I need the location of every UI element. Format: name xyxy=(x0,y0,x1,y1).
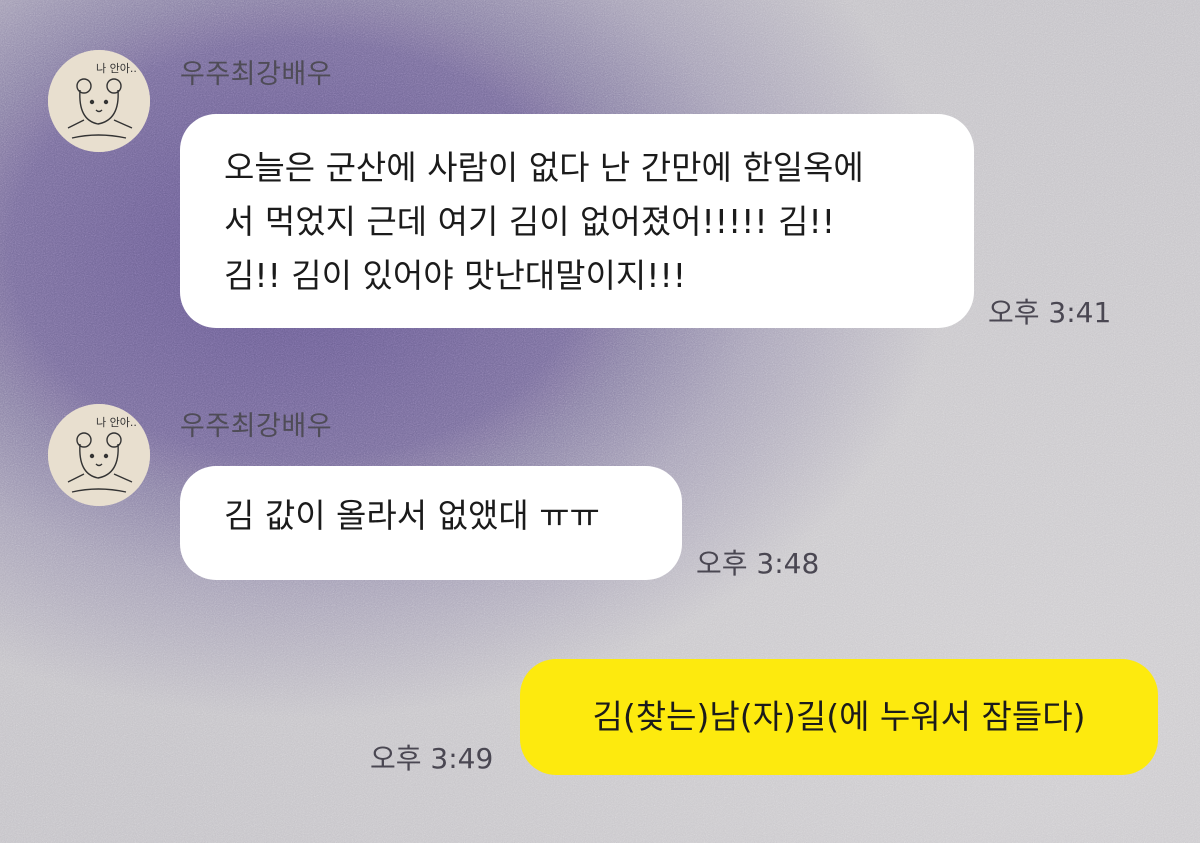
message-bubble[interactable]: 오늘은 군산에 사람이 없다 난 간만에 한일옥에 서 먹었지 근데 여기 김이… xyxy=(180,114,974,328)
my-message-bubble[interactable]: 김(찾는)남(자)길(에 누워서 잠들다) xyxy=(520,659,1158,775)
message-text-line: 김 값이 올라서 없앴대 ㅠㅠ xyxy=(224,496,600,535)
message-text-line: 김(찾는)남(자)길(에 누워서 잠들다) xyxy=(592,697,1086,736)
message-text-line: 오늘은 군산에 사람이 없다 난 간만에 한일옥에 xyxy=(224,148,864,187)
bear-drawing-icon: 나 안아.. xyxy=(48,50,150,152)
message-timestamp: 오후 3:49 xyxy=(370,742,494,775)
sender-name: 우주최강배우 xyxy=(180,411,333,442)
sender-name: 우주최강배우 xyxy=(180,59,333,90)
bear-drawing-icon: 나 안아.. xyxy=(48,404,150,506)
avatar-caption: 나 안아.. xyxy=(96,416,137,429)
avatar-caption: 나 안아.. xyxy=(96,62,137,75)
sender-avatar[interactable]: 나 안아.. xyxy=(48,50,150,152)
message-timestamp: 오후 3:41 xyxy=(988,296,1112,329)
message-text-line: 서 먹었지 근데 여기 김이 없어졌어!!!!! 김!! xyxy=(224,202,835,241)
sender-avatar[interactable]: 나 안아.. xyxy=(48,404,150,506)
message-bubble[interactable]: 김 값이 올라서 없앴대 ㅠㅠ xyxy=(180,466,682,580)
message-timestamp: 오후 3:48 xyxy=(696,547,820,580)
message-text-line: 김!! 김이 있어야 맛난대말이지!!! xyxy=(224,256,686,295)
